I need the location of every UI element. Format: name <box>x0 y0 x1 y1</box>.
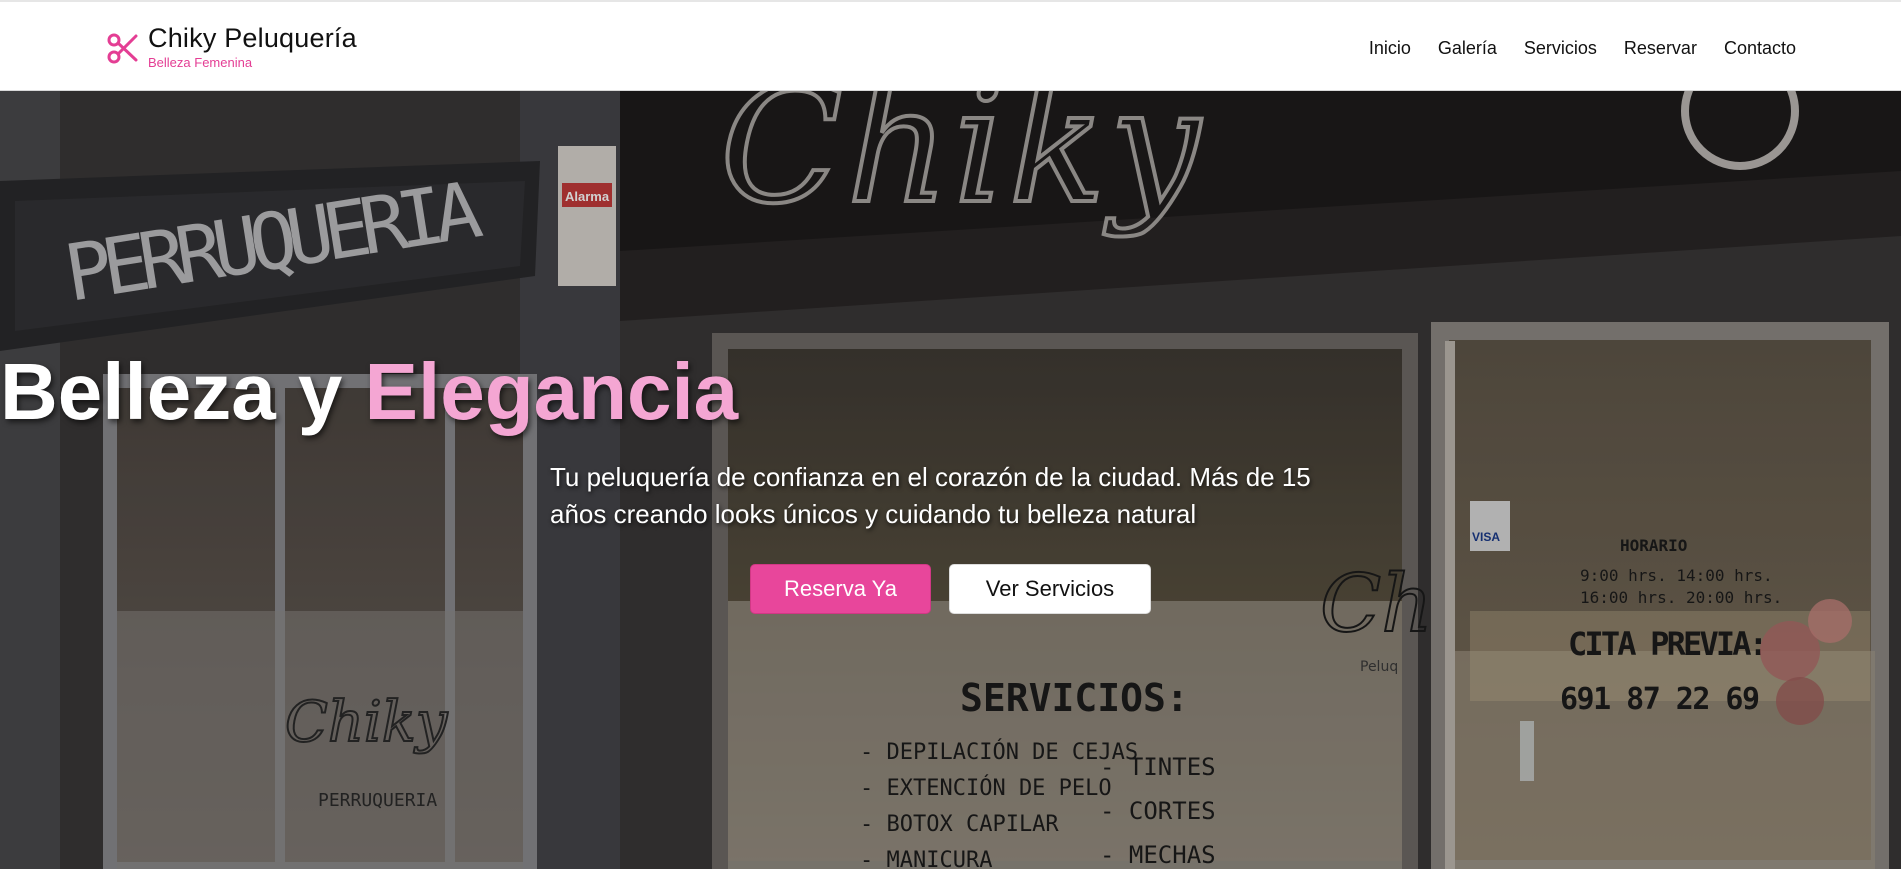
brand-tagline: Belleza Femenina <box>148 55 253 70</box>
nav-link-reservar[interactable]: Reservar <box>1624 36 1697 60</box>
hero-title: Belleza y Elegancia <box>0 346 1901 438</box>
nav-link-galeria[interactable]: Galería <box>1438 36 1497 60</box>
brand-name: Chiky Peluquería <box>148 23 357 53</box>
hero-title-main: Belleza y <box>0 347 343 436</box>
brand-logo[interactable]: Chiky Peluquería Belleza Femenina <box>106 22 357 72</box>
reserve-now-button[interactable]: Reserva Ya <box>750 564 931 614</box>
nav-link-inicio[interactable]: Inicio <box>1369 36 1411 60</box>
scissors-icon <box>106 30 138 66</box>
hero-subtitle: Tu peluquería de confianza en el corazón… <box>550 462 1311 529</box>
view-services-button[interactable]: Ver Servicios <box>949 564 1151 614</box>
site-header: Chiky Peluquería Belleza Femenina Inicio… <box>0 2 1901 91</box>
main-nav: Inicio Galería Servicios Reservar Contac… <box>1342 36 1796 60</box>
nav-link-servicios[interactable]: Servicios <box>1524 36 1597 60</box>
nav-link-contacto[interactable]: Contacto <box>1724 36 1796 60</box>
hero-section: PERRUQUERIA Alarma Chiky Chiky PERRUQUER… <box>0 91 1901 869</box>
hero-title-accent: Elegancia <box>364 347 739 436</box>
